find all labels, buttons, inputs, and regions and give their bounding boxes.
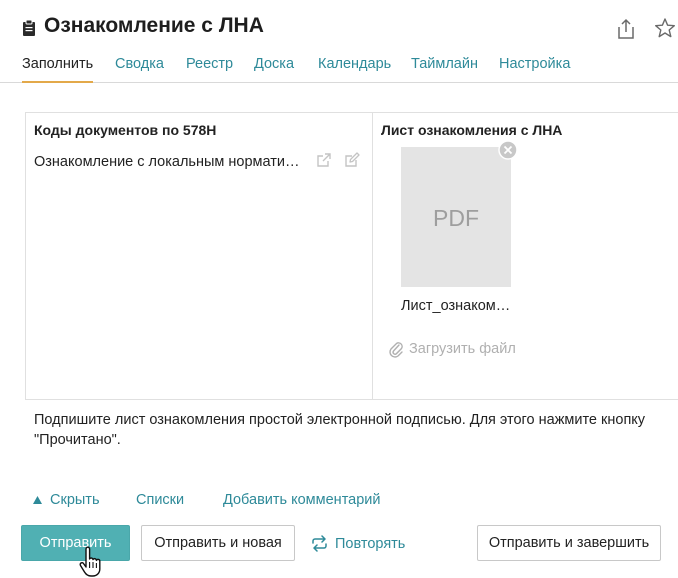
triangle-up-icon[interactable] [33,496,42,504]
open-external-icon[interactable] [316,152,332,168]
edit-icon[interactable] [344,152,360,168]
tab-bar: Заполнить Сводка Реестр Доска Календарь … [0,50,678,83]
tab-fill[interactable]: Заполнить [22,56,94,83]
pdf-label: PDF [433,205,479,231]
hand-pointer-icon [79,546,101,577]
star-icon[interactable] [654,17,676,39]
submit-and-finish-button[interactable]: Отправить и завершить [477,525,661,561]
add-comment-link[interactable]: Добавить комментарий [223,492,381,508]
tab-calendar[interactable]: Календарь [318,56,391,83]
submit-button[interactable]: Отправить [21,525,130,561]
tab-summary[interactable]: Сводка [115,56,164,83]
clipboard-icon [23,19,35,36]
tab-board[interactable]: Доска [254,56,294,83]
share-icon[interactable] [616,18,636,40]
acknowledgment-sheet-title: Лист ознакомления с ЛНА [381,122,563,138]
column-divider [372,112,373,400]
collapse-link[interactable]: Скрыть [50,492,100,508]
repeat-label: Повторять [335,536,406,552]
remove-file-icon[interactable] [498,140,518,160]
submit-and-new-button[interactable]: Отправить и новая [141,525,295,561]
title-bar: Ознакомление с ЛНА [0,0,678,50]
lists-link[interactable]: Списки [136,492,184,508]
file-name[interactable]: Лист_ознакомления.pdf [401,298,511,314]
upload-file-label: Загрузить файл [409,341,516,357]
document-codes-title: Коды документов по 578Н [34,122,217,138]
tab-registry[interactable]: Реестр [186,56,233,83]
page-title: Ознакомление с ЛНА [44,14,264,37]
document-link[interactable]: Ознакомление с локальным нормативным акт… [34,154,306,170]
pdf-thumbnail[interactable]: PDF [401,147,511,287]
signature-hint: Подпишите лист ознакомления простой элек… [34,412,646,448]
tab-timeline[interactable]: Таймлайн [411,56,478,83]
paperclip-icon [389,342,403,358]
tab-settings[interactable]: Настройка [499,56,570,83]
repeat-icon [312,535,327,552]
